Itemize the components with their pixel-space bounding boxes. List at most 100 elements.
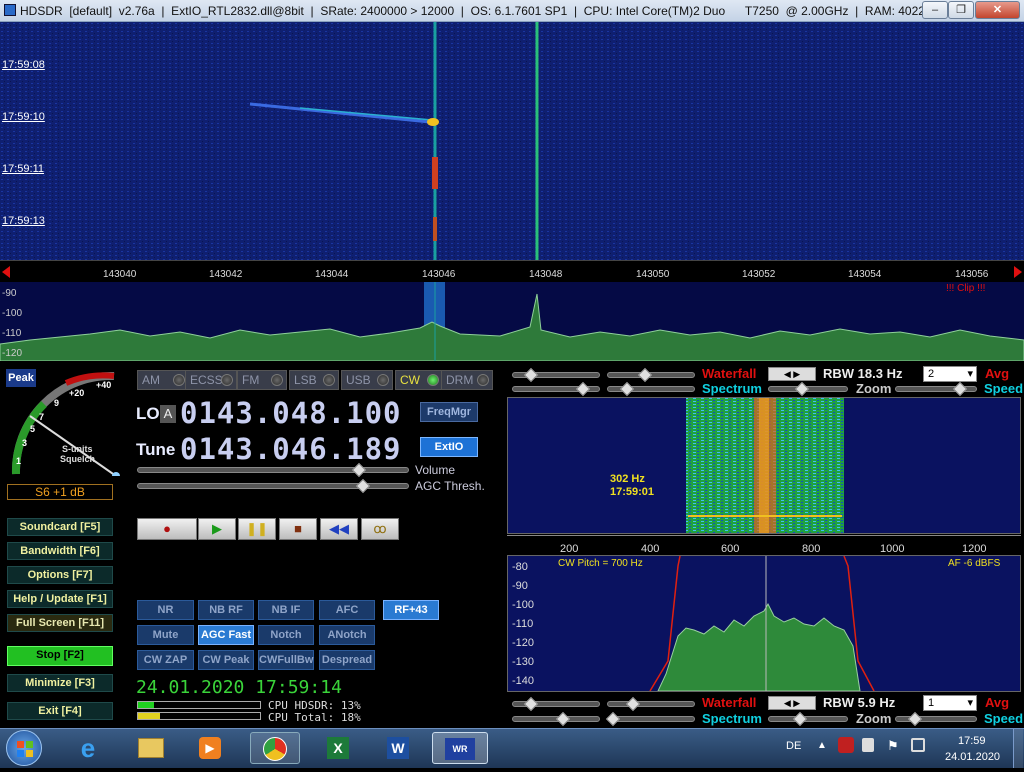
audio-spectrum[interactable]: -80 -90 -100 -110 -120 -130 -140 CW Pitc… <box>507 555 1021 692</box>
mode-usb-label: USB <box>346 373 371 387</box>
nb-rf-button[interactable]: NB RF <box>198 600 254 620</box>
chevron-down-icon: ▾ <box>967 368 973 380</box>
show-desktop-button[interactable] <box>1013 729 1023 768</box>
exit-button[interactable]: Exit [F4] <box>7 702 113 720</box>
scroll-right-icon[interactable] <box>1014 266 1022 278</box>
agc-fast-button[interactable]: AGC Fast <box>198 625 254 645</box>
arrow-right-icon[interactable]: ▶ <box>793 369 800 379</box>
audio-waterfall[interactable]: 302 Hz 17:59:01 <box>507 397 1021 534</box>
led-icon <box>323 374 335 386</box>
tray-device-icon[interactable] <box>862 738 874 752</box>
freqmgr-button[interactable]: FreqMgr <box>420 402 478 422</box>
language-indicator[interactable]: DE <box>786 740 801 752</box>
help-update-button[interactable]: Help / Update [F1] <box>7 590 113 608</box>
play-button[interactable]: ▶ <box>198 518 236 540</box>
arrow-left-icon[interactable]: ◀ <box>784 698 791 708</box>
bottom-left-slider-4[interactable] <box>607 716 695 722</box>
media-player-icon[interactable]: ▶ <box>190 732 230 764</box>
mode-usb[interactable]: USB <box>341 370 393 390</box>
options-button[interactable]: Options [F7] <box>7 566 113 584</box>
maximize-button[interactable]: ❐ <box>948 1 974 19</box>
mode-lsb-label: LSB <box>294 373 317 387</box>
rewind-button[interactable]: ◀◀ <box>320 518 358 540</box>
minimize-button[interactable]: – <box>922 1 948 19</box>
record-button[interactable]: ● <box>137 518 197 540</box>
mode-am[interactable]: AM <box>137 370 189 390</box>
led-icon <box>477 374 489 386</box>
audio-db-label: -130 <box>512 656 535 668</box>
cw-peak-button[interactable]: CW Peak <box>198 650 254 670</box>
s-meter-reading: S6 +1 dB <box>7 484 113 500</box>
anotch-button[interactable]: ANotch <box>319 625 375 645</box>
mode-fm-label: FM <box>242 373 260 387</box>
arrow-right-icon[interactable]: ▶ <box>793 698 800 708</box>
chrome-icon[interactable] <box>250 732 300 764</box>
nr-button[interactable]: NR <box>137 600 194 620</box>
show-hidden-icons-icon[interactable]: ▲ <box>817 740 827 751</box>
internet-explorer-icon[interactable]: e <box>68 732 108 764</box>
bottom-avg-select[interactable]: 1 ▾ <box>923 695 977 711</box>
audio-db-label: -100 <box>512 599 535 611</box>
cw-fullbw-button[interactable]: CWFullBw <box>258 650 314 670</box>
bottom-left-slider-2[interactable] <box>607 701 695 707</box>
soundcard-button[interactable]: Soundcard [F5] <box>7 518 113 536</box>
scroll-left-icon[interactable] <box>2 266 10 278</box>
pause-button[interactable]: ❚❚ <box>238 518 276 540</box>
audio-db-label: -140 <box>512 675 535 687</box>
stop-button[interactable]: Stop [F2] <box>7 646 113 666</box>
spectrum-graphic <box>0 282 1024 362</box>
network-icon[interactable] <box>911 738 925 752</box>
audio-pitch-readout: 302 Hz <box>610 473 645 485</box>
rf-waterfall[interactable]: 17:59:08 17:59:10 17:59:11 17:59:13 <box>0 22 1024 260</box>
stop-icon: ■ <box>294 521 302 536</box>
minimize-app-button[interactable]: Minimize [F3] <box>7 674 113 692</box>
led-icon <box>377 374 389 386</box>
afc-button[interactable]: AFC <box>319 600 375 620</box>
db-label: -90 <box>2 288 17 299</box>
hdsdr-taskbar-icon[interactable]: WR <box>432 732 488 764</box>
rf-gain-button[interactable]: RF+43 <box>383 600 439 620</box>
freq-tick: 143048 <box>529 269 563 280</box>
extio-button[interactable]: ExtIO <box>420 437 478 457</box>
mode-drm-label: DRM <box>446 373 474 387</box>
full-screen-button[interactable]: Full Screen [F11] <box>7 614 113 632</box>
volume-slider[interactable] <box>137 467 409 473</box>
taskbar-clock[interactable]: 17:59 <box>958 735 986 747</box>
notch-button[interactable]: Notch <box>258 625 314 645</box>
start-button[interactable] <box>6 730 42 766</box>
nb-if-button[interactable]: NB IF <box>258 600 314 620</box>
mode-cw[interactable]: CW <box>395 370 443 390</box>
word-icon[interactable]: W <box>378 732 418 764</box>
top-waterfall-label: Waterfall <box>702 366 757 381</box>
bottom-avg-value: 1 <box>928 697 935 709</box>
frequency-scale[interactable]: 143040 143042 143044 143046 143048 14305… <box>0 260 1024 282</box>
file-explorer-icon[interactable] <box>131 732 171 764</box>
lo-frequency[interactable]: 0143.048.100 <box>180 396 402 430</box>
bottom-rbw-label: RBW 5.9 Hz <box>823 695 896 710</box>
mode-fm[interactable]: FM <box>237 370 287 390</box>
lo-a-button[interactable]: A <box>160 405 176 423</box>
stop-playback-button[interactable]: ■ <box>279 518 317 540</box>
mode-lsb[interactable]: LSB <box>289 370 339 390</box>
despread-button[interactable]: Despread <box>319 650 375 670</box>
tune-frequency[interactable]: 0143.046.189 <box>180 432 402 466</box>
rf-spectrum[interactable]: -90 -100 -110 -120 !!! Clip !!! <box>0 282 1024 362</box>
excel-icon[interactable]: X <box>318 732 358 764</box>
action-center-flag-icon[interactable]: ⚑ <box>887 738 899 754</box>
top-rbw-arrows[interactable]: ◀ ▶ <box>768 367 816 381</box>
loop-button[interactable]: ꝏ <box>361 518 399 540</box>
mode-ecss[interactable]: ECSS <box>185 370 237 390</box>
mode-drm[interactable]: DRM <box>441 370 493 390</box>
db-label: -110 <box>2 328 22 339</box>
taskbar-date[interactable]: 24.01.2020 <box>945 751 1000 763</box>
cw-zap-button[interactable]: CW ZAP <box>137 650 194 670</box>
top-avg-select[interactable]: 2 ▾ <box>923 366 977 382</box>
mute-button[interactable]: Mute <box>137 625 194 645</box>
arrow-left-icon[interactable]: ◀ <box>784 369 791 379</box>
bottom-rbw-arrows[interactable]: ◀ ▶ <box>768 696 816 710</box>
peak-button[interactable]: Peak <box>6 369 36 387</box>
bandwidth-button[interactable]: Bandwidth [F6] <box>7 542 113 560</box>
acrobat-tray-icon[interactable] <box>838 737 854 753</box>
bottom-zoom-slider-left[interactable] <box>768 716 848 722</box>
close-button[interactable]: ✕ <box>975 1 1020 19</box>
